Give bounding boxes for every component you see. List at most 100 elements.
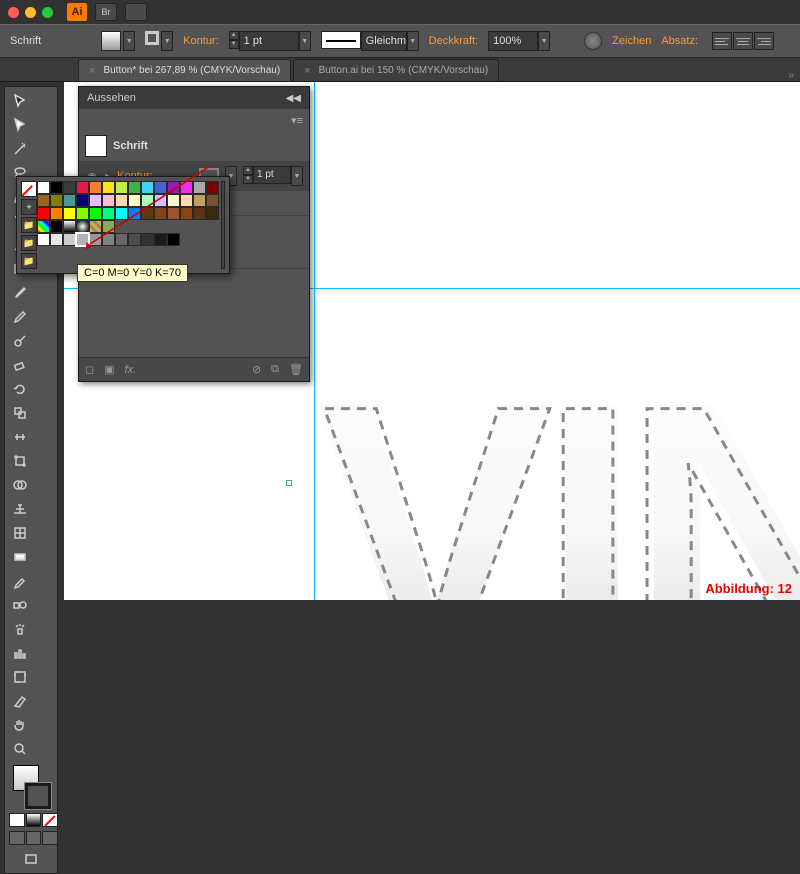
swatch-cell[interactable] xyxy=(193,207,206,220)
paintbrush-tool[interactable] xyxy=(7,281,32,305)
swatch-cell[interactable] xyxy=(50,181,63,194)
swatch-cell[interactable] xyxy=(50,233,63,246)
swatch-cell[interactable] xyxy=(89,207,102,220)
opacity-label[interactable]: Deckkraft: xyxy=(429,35,479,47)
swatch-cell[interactable] xyxy=(128,194,141,207)
swatch-cell[interactable] xyxy=(115,207,128,220)
close-tab-icon[interactable]: × xyxy=(89,65,95,77)
scale-tool[interactable] xyxy=(7,401,32,425)
swatch-cell[interactable] xyxy=(167,181,180,194)
swatch-cell[interactable] xyxy=(76,207,89,220)
swatch-cell[interactable] xyxy=(63,220,76,233)
new-fill-icon[interactable]: ◻ xyxy=(85,363,94,376)
swatch-cell[interactable] xyxy=(37,181,50,194)
color-mode-none[interactable] xyxy=(42,813,58,827)
swatch-cell[interactable] xyxy=(102,194,115,207)
swatch-none-icon[interactable] xyxy=(21,181,37,197)
swatch-cell[interactable] xyxy=(167,233,180,246)
direct-selection-tool[interactable] xyxy=(7,113,32,137)
appearance-target-row[interactable]: Schrift xyxy=(79,131,309,162)
gradient-tool[interactable] xyxy=(7,545,32,569)
panel-collapse-icon[interactable]: ◀◀ xyxy=(286,93,301,104)
width-tool[interactable] xyxy=(7,425,32,449)
swatch-cell[interactable] xyxy=(167,207,180,220)
swatch-cell[interactable] xyxy=(102,207,115,220)
rotate-tool[interactable] xyxy=(7,377,32,401)
swatch-cell[interactable] xyxy=(37,233,50,246)
swatch-cell[interactable] xyxy=(89,220,102,233)
swatch-cell[interactable] xyxy=(128,233,141,246)
swatch-cell[interactable] xyxy=(193,181,206,194)
blend-tool[interactable] xyxy=(7,593,32,617)
mesh-tool[interactable] xyxy=(7,521,32,545)
recolor-icon[interactable] xyxy=(584,32,602,50)
symbol-sprayer-tool[interactable] xyxy=(7,617,32,641)
magic-wand-tool[interactable] xyxy=(7,137,32,161)
swatch-cell[interactable] xyxy=(37,207,50,220)
clear-appearance-icon[interactable]: ⊘ xyxy=(252,363,261,376)
swatch-cell[interactable] xyxy=(37,220,50,233)
swatch-cell[interactable] xyxy=(128,181,141,194)
bridge-button[interactable]: Br xyxy=(95,3,117,21)
swatch-scrollbar[interactable] xyxy=(221,181,225,269)
stroke-label[interactable]: Kontur: xyxy=(183,35,218,47)
swatch-cell[interactable] xyxy=(193,194,206,207)
align-right-button[interactable] xyxy=(754,32,774,50)
swatch-cell[interactable] xyxy=(115,233,128,246)
swatch-cell[interactable] xyxy=(206,181,219,194)
selection-tool[interactable] xyxy=(7,89,32,113)
selection-handle[interactable] xyxy=(286,480,292,486)
shape-builder-tool[interactable] xyxy=(7,473,32,497)
document-tab[interactable]: ×Button.ai bei 150 % (CMYK/Vorschau) xyxy=(293,59,499,81)
swatch-cell[interactable] xyxy=(50,220,63,233)
close-window[interactable] xyxy=(8,7,19,18)
fill-control[interactable]: ▼ xyxy=(101,31,135,51)
swatch-cell[interactable] xyxy=(50,194,63,207)
swatch-cell[interactable] xyxy=(115,181,128,194)
swatch-cell[interactable] xyxy=(167,194,180,207)
swatch-cell[interactable] xyxy=(102,220,115,233)
swatch-folder-icon[interactable]: 📁 xyxy=(21,253,37,269)
swatch-folder-icon[interactable]: 📁 xyxy=(21,217,37,233)
swatch-registration-icon[interactable]: ✦ xyxy=(21,199,37,215)
color-mode-solid[interactable] xyxy=(9,813,25,827)
swatch-cell[interactable] xyxy=(76,220,89,233)
swatch-cell[interactable] xyxy=(50,207,63,220)
column-graph-tool[interactable] xyxy=(7,641,32,665)
fill-stroke-indicator[interactable] xyxy=(9,765,55,809)
stroke-control[interactable]: ▼ xyxy=(145,31,173,51)
paragraph-panel-link[interactable]: Absatz: xyxy=(661,35,698,47)
stroke-swatch[interactable] xyxy=(25,783,51,809)
swatch-cell[interactable] xyxy=(154,207,167,220)
swatch-cell[interactable] xyxy=(89,194,102,207)
swatch-cell[interactable] xyxy=(141,181,154,194)
swatch-cell[interactable] xyxy=(63,233,76,246)
stroke-profile[interactable]: Gleichm.▼ xyxy=(321,31,419,51)
swatch-cell[interactable] xyxy=(154,233,167,246)
swatch-cell[interactable] xyxy=(180,207,193,220)
swatch-cell[interactable] xyxy=(63,207,76,220)
swatch-cell[interactable] xyxy=(154,194,167,207)
close-tab-icon[interactable]: × xyxy=(304,65,310,77)
swatch-cell[interactable] xyxy=(89,181,102,194)
swatch-cell[interactable] xyxy=(102,233,115,246)
align-center-button[interactable] xyxy=(733,32,753,50)
swatch-folder-icon[interactable]: 📁 xyxy=(21,235,37,251)
swatch-cell[interactable] xyxy=(180,181,193,194)
hand-tool[interactable] xyxy=(7,713,32,737)
pencil-tool[interactable] xyxy=(7,305,32,329)
color-mode-gradient[interactable] xyxy=(26,813,42,827)
swatch-cell[interactable] xyxy=(63,194,76,207)
opacity-field[interactable]: 100%▼ xyxy=(488,31,550,51)
stroke-weight-stepper[interactable]: ▲▼ 1 pt▼ xyxy=(229,31,311,51)
swatch-cell[interactable] xyxy=(63,181,76,194)
swatch-cell[interactable] xyxy=(141,194,154,207)
blob-brush-tool[interactable] xyxy=(7,329,32,353)
draw-normal[interactable] xyxy=(9,831,25,845)
zoom-window[interactable] xyxy=(42,7,53,18)
slice-tool[interactable] xyxy=(7,689,32,713)
swatch-cell[interactable] xyxy=(206,207,219,220)
screen-mode-button[interactable] xyxy=(7,847,55,871)
swatch-cell[interactable] xyxy=(206,194,219,207)
artboard-tool[interactable] xyxy=(7,665,32,689)
